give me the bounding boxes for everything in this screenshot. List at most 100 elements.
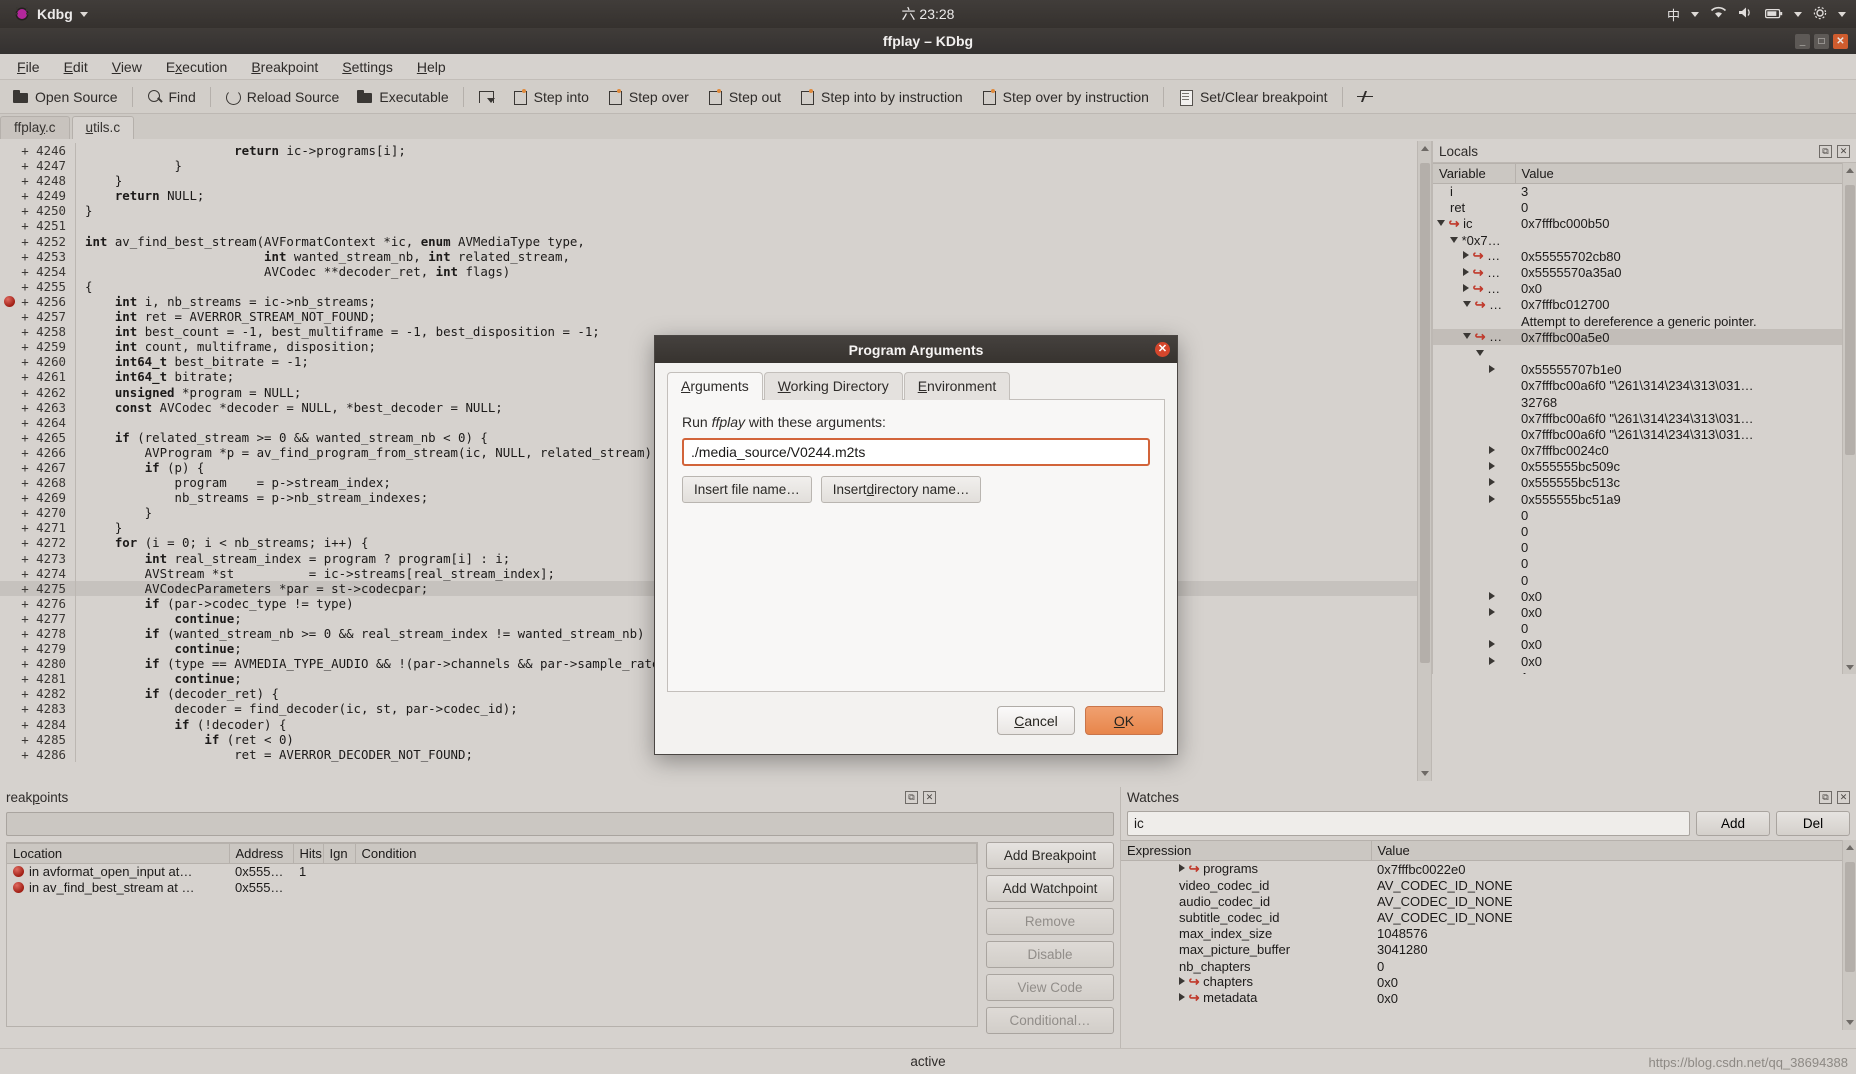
locals-variable[interactable]	[1433, 588, 1515, 604]
source-tab-utils[interactable]: utils.c	[71, 116, 135, 139]
locals-row[interactable]	[1433, 345, 1856, 361]
cancel-button[interactable]: Cancel	[997, 706, 1075, 735]
chevron-down-icon[interactable]	[1463, 333, 1471, 340]
locals-row[interactable]: 0x0	[1433, 653, 1856, 669]
chevron-right-icon[interactable]	[1463, 251, 1469, 260]
watch-expression[interactable]: nb_chapters	[1121, 958, 1371, 974]
locals-row[interactable]: ↪ ic 0x7fffbc000b50	[1433, 216, 1856, 232]
chevron-down-icon[interactable]	[1838, 11, 1846, 17]
watch-value[interactable]: 0x0	[1371, 974, 1856, 990]
watch-row[interactable]: subtitle_codec_id AV_CODEC_ID_NONE	[1121, 909, 1856, 925]
bp-col-location[interactable]: Location	[7, 843, 230, 864]
code-line[interactable]: + 4253 int wanted_stream_nb, int related…	[0, 248, 1431, 264]
locals-value[interactable]: 0x7fffbc000b50	[1515, 216, 1856, 232]
bp-address[interactable]: 0x555…	[229, 864, 293, 880]
line-gutter[interactable]: + 4286	[0, 746, 76, 762]
chevron-right-icon[interactable]	[1179, 977, 1185, 986]
line-gutter[interactable]: + 4258	[0, 324, 76, 340]
line-gutter[interactable]: + 4285	[0, 731, 76, 747]
locals-variable[interactable]	[1433, 556, 1515, 572]
locals-row[interactable]: 0x55555707b1e0	[1433, 362, 1856, 378]
menu-file[interactable]: File	[6, 56, 51, 78]
toolbar-reload-source[interactable]: Reload Source	[216, 85, 349, 109]
gear-icon[interactable]	[1813, 6, 1827, 23]
line-gutter[interactable]: + 4271	[0, 520, 76, 536]
breakpoint-search-input[interactable]	[6, 812, 1114, 836]
line-gutter[interactable]: + 4267	[0, 459, 76, 476]
locals-value[interactable]: 0	[1515, 507, 1856, 523]
chevron-right-icon[interactable]	[1489, 607, 1495, 616]
locals-value[interactable]: 0x7fffbc00a5e0	[1515, 329, 1856, 346]
line-gutter[interactable]: + 4257	[0, 309, 76, 325]
locals-value[interactable]: 0x555555bc513c	[1515, 475, 1856, 491]
code-line[interactable]: + 4251	[0, 218, 1431, 234]
chevron-down-icon[interactable]	[79, 11, 88, 17]
breakpoint-marker-icon[interactable]	[13, 882, 24, 894]
line-gutter[interactable]: + 4248	[0, 173, 76, 189]
locals-value[interactable]: 0	[1515, 572, 1856, 588]
locals-row[interactable]: 32768	[1433, 394, 1856, 410]
locals-row[interactable]: 1	[1433, 669, 1856, 674]
toolbar-step-into[interactable]: Step into	[503, 85, 598, 109]
float-icon[interactable]: ⧉	[1819, 791, 1832, 804]
locals-value[interactable]: 0x7fffbc0024c0	[1515, 443, 1856, 459]
toolbar-step-into-instruction[interactable]: Step into by instruction	[790, 85, 972, 109]
locals-value[interactable]	[1515, 232, 1856, 248]
scrollbar-thumb[interactable]	[1845, 185, 1855, 455]
locals-value[interactable]: 0	[1515, 200, 1856, 216]
watch-del-button[interactable]: Del	[1776, 811, 1850, 836]
locals-value[interactable]: 0x55555707b1e0	[1515, 362, 1856, 378]
locals-variable[interactable]	[1433, 540, 1515, 556]
watch-row[interactable]: max_picture_buffer 3041280	[1121, 942, 1856, 958]
locals-value[interactable]: 0x55555702cb80	[1515, 248, 1856, 264]
editor-vertical-scrollbar[interactable]	[1417, 141, 1431, 781]
locals-row[interactable]: i3	[1433, 184, 1856, 200]
locals-table[interactable]: Variable Value i3 ret 0 ↪ ic 0x7fffbc000b5…	[1433, 163, 1856, 674]
watch-row[interactable]: ↪ chapters 0x0	[1121, 974, 1856, 990]
locals-row[interactable]: 0x7fffbc00a6f0 "\261\314\234\313\031…	[1433, 426, 1856, 442]
scroll-down-arrow[interactable]	[1846, 665, 1854, 670]
chevron-right-icon[interactable]	[1179, 864, 1185, 872]
locals-variable[interactable]	[1433, 345, 1515, 361]
locals-row[interactable]: 0x555555bc51a9	[1433, 491, 1856, 507]
line-gutter[interactable]: + 4273	[0, 550, 76, 566]
bp-col-hits[interactable]: Hits	[293, 843, 324, 864]
toolbar-executable[interactable]: Executable	[348, 85, 457, 109]
locals-row[interactable]: ↪ … 0x7fffbc00a5e0	[1433, 329, 1856, 346]
line-gutter[interactable]: + 4281	[0, 671, 76, 687]
code-line[interactable]: + 4246 return ic->programs[i];	[0, 143, 1431, 159]
locals-variable[interactable]: ↪ …	[1433, 264, 1515, 280]
close-button[interactable]: ✕	[1833, 33, 1848, 49]
locals-value[interactable]: 32768	[1515, 394, 1856, 410]
locals-variable[interactable]	[1433, 459, 1515, 475]
line-gutter[interactable]: + 4283	[0, 701, 76, 717]
locals-variable[interactable]	[1433, 443, 1515, 459]
watch-expression[interactable]: subtitle_codec_id	[1121, 909, 1371, 925]
line-gutter[interactable]: + 4253	[0, 248, 76, 264]
locals-variable[interactable]: ↪ …	[1433, 297, 1515, 313]
bp-col-ign[interactable]: Ign	[323, 843, 356, 864]
watch-value[interactable]: 0	[1371, 958, 1856, 974]
menu-help[interactable]: Help	[406, 56, 457, 78]
locals-variable[interactable]	[1433, 378, 1515, 394]
chevron-right-icon[interactable]	[1489, 591, 1495, 600]
locals-variable[interactable]	[1433, 362, 1515, 378]
locals-value[interactable]: 3	[1515, 184, 1856, 200]
watch-row[interactable]: audio_codec_id AV_CODEC_ID_NONE	[1121, 893, 1856, 909]
input-method-indicator[interactable]: 中	[1667, 5, 1680, 24]
line-gutter[interactable]: + 4247	[0, 158, 76, 174]
scrollbar-thumb[interactable]	[1420, 163, 1430, 663]
locals-value[interactable]: 0x5555570a35a0	[1515, 264, 1856, 280]
system-clock[interactable]: 六 23:28	[0, 4, 1856, 24]
bp-hits[interactable]: 1	[293, 864, 323, 880]
dialog-close-icon[interactable]: ✕	[1155, 342, 1170, 357]
locals-row[interactable]: ret 0	[1433, 200, 1856, 216]
locals-variable[interactable]	[1433, 491, 1515, 507]
locals-value[interactable]: 0x0	[1515, 281, 1856, 297]
watch-value[interactable]: AV_CODEC_ID_NONE	[1371, 877, 1856, 893]
toolbar-pulse[interactable]	[1348, 85, 1382, 109]
bp-location[interactable]: in avformat_open_input at…	[7, 864, 229, 880]
locals-row[interactable]: 0	[1433, 507, 1856, 523]
table-row[interactable]: in avformat_open_input at… 0x555… 1	[7, 864, 977, 880]
locals-variable[interactable]: ↪ …	[1433, 329, 1515, 346]
